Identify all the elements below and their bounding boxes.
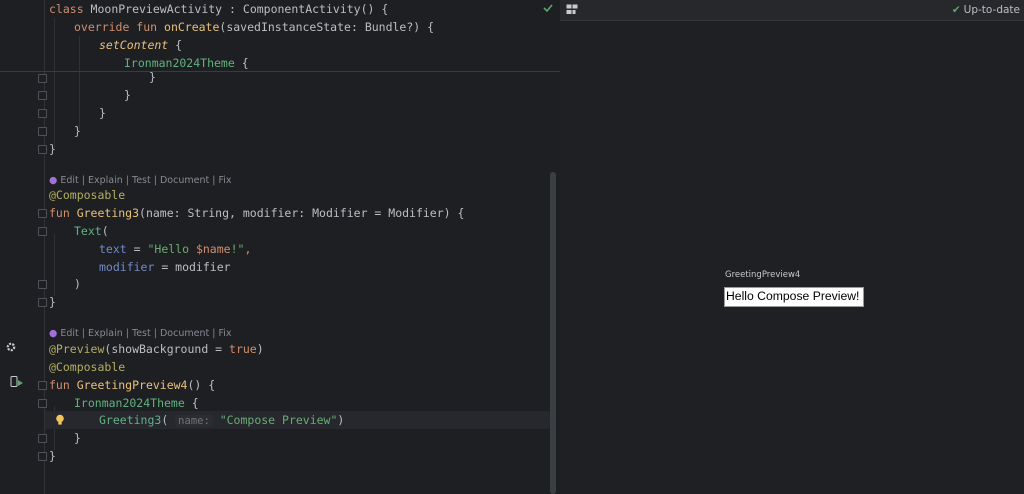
code-line: Greeting3( name: "Compose Preview") — [99, 413, 345, 427]
code-line: fun GreetingPreview4() { — [49, 378, 216, 392]
lens-document-link[interactable]: Document — [160, 328, 209, 339]
code-line: fun Greeting3(name: String, modifier: Mo… — [49, 206, 465, 220]
ide-window: class MoonPreviewActivity : ComponentAct… — [0, 0, 1024, 494]
lens-test-link[interactable]: Test — [132, 175, 151, 186]
fold-marker[interactable] — [38, 298, 47, 307]
fold-marker[interactable] — [38, 280, 47, 289]
code-editor[interactable]: class MoonPreviewActivity : ComponentAct… — [0, 0, 560, 494]
lens-edit-link[interactable]: Edit — [60, 328, 78, 339]
compose-preview-pane: ✔ Up-to-date GreetingPreview4 Hello Compo… — [560, 0, 1024, 494]
code-line: } — [74, 431, 81, 445]
code-line: } — [149, 70, 156, 84]
editor-scrollbar[interactable] — [550, 172, 556, 494]
fold-marker[interactable] — [38, 74, 47, 83]
run-preview-icon[interactable] — [10, 376, 24, 388]
fold-marker[interactable] — [38, 434, 47, 443]
code-line: Ironman2024Theme { — [124, 56, 249, 70]
ai-assistant-icon: ● — [49, 175, 58, 186]
layout-icon[interactable] — [566, 4, 578, 15]
code-line: ) — [74, 277, 81, 291]
code-line: } — [74, 124, 81, 138]
code-line: override fun onCreate(savedInstanceState… — [74, 20, 435, 34]
code-line: setContent { — [99, 38, 183, 52]
status-check-icon: ✔ — [951, 4, 961, 16]
code-line: } — [49, 449, 56, 463]
code-line: text = "Hello $name!", — [99, 242, 252, 256]
code-line: modifier = modifier — [99, 260, 231, 274]
fold-marker[interactable] — [38, 452, 47, 461]
code-area[interactable]: class MoonPreviewActivity : ComponentAct… — [49, 0, 554, 494]
fold-marker[interactable] — [38, 145, 47, 154]
gear-icon[interactable] — [5, 341, 17, 353]
fold-marker[interactable] — [38, 227, 47, 236]
preview-rendered-text: Hello Compose Preview! — [726, 289, 860, 303]
code-line: Ironman2024Theme { — [74, 396, 199, 410]
code-line: class MoonPreviewActivity : ComponentAct… — [49, 2, 389, 16]
code-line: Text( — [74, 224, 109, 238]
code-line: @Composable — [49, 360, 126, 374]
parameter-hint: name: — [175, 415, 213, 427]
preview-status: ✔ Up-to-date — [951, 4, 1020, 16]
code-line: } — [99, 106, 106, 120]
fold-marker[interactable] — [38, 399, 47, 408]
lens-document-link[interactable]: Document — [160, 175, 209, 186]
ai-assistant-icon: ● — [49, 328, 58, 339]
preview-component-name: GreetingPreview4 — [725, 270, 801, 280]
code-line: } — [124, 88, 131, 102]
code-line: @Composable — [49, 188, 126, 202]
lightbulb-icon[interactable] — [55, 414, 65, 426]
code-line: } — [49, 295, 56, 309]
code-line: @Preview(showBackground = true) — [49, 342, 264, 356]
fold-marker[interactable] — [38, 109, 47, 118]
fold-marker[interactable] — [38, 209, 47, 218]
lens-fix-link[interactable]: Fix — [218, 175, 231, 186]
preview-render[interactable]: Hello Compose Preview! — [724, 287, 864, 307]
lens-explain-link[interactable]: Explain — [88, 328, 123, 339]
lens-edit-link[interactable]: Edit — [60, 175, 78, 186]
fold-marker[interactable] — [38, 127, 47, 136]
fold-marker[interactable] — [38, 381, 47, 390]
lens-fix-link[interactable]: Fix — [218, 328, 231, 339]
lens-test-link[interactable]: Test — [132, 328, 151, 339]
code-line: } — [49, 142, 56, 156]
lens-explain-link[interactable]: Explain — [88, 175, 123, 186]
fold-marker[interactable] — [38, 91, 47, 100]
preview-toolbar: ✔ Up-to-date — [560, 0, 1024, 21]
check-icon[interactable] — [543, 3, 553, 13]
